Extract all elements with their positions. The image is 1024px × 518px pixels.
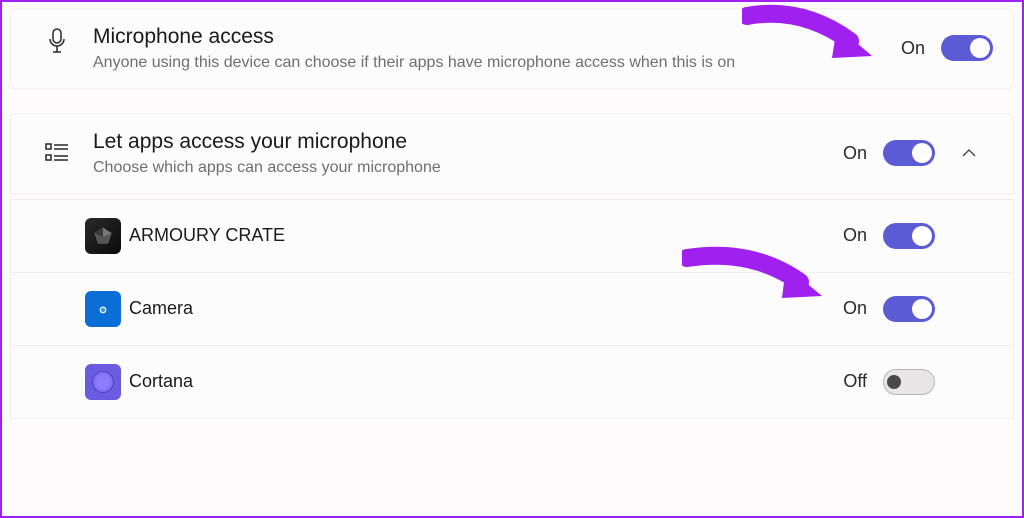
app-row-cortana[interactable]: Cortana Off [10, 345, 1014, 419]
app-name-label: Cortana [129, 371, 833, 392]
app-cortana-toggle[interactable] [883, 369, 935, 395]
app-name-label: Camera [129, 298, 833, 319]
let-apps-access-toggle[interactable] [883, 140, 935, 166]
microphone-access-subtitle: Anyone using this device can choose if t… [93, 52, 891, 74]
microphone-access-row[interactable]: Microphone access Anyone using this devi… [10, 8, 1014, 89]
app-armoury-crate-toggle[interactable] [883, 223, 935, 249]
app-toggle-status: Off [833, 371, 867, 392]
camera-icon [85, 291, 121, 327]
microphone-access-toggle[interactable] [941, 35, 993, 61]
microphone-icon [29, 23, 85, 57]
app-toggle-status: On [833, 298, 867, 319]
microphone-access-status: On [891, 38, 925, 59]
app-list: ARMOURY CRATE On Camera On Cortana Off [10, 200, 1014, 419]
microphone-access-title: Microphone access [93, 23, 891, 50]
list-icon [29, 140, 85, 166]
app-toggle-status: On [833, 225, 867, 246]
armoury-crate-icon [85, 218, 121, 254]
microphone-settings-panel: Microphone access Anyone using this devi… [2, 2, 1022, 425]
app-row-armoury-crate[interactable]: ARMOURY CRATE On [10, 199, 1014, 273]
let-apps-access-title: Let apps access your microphone [93, 128, 833, 155]
cortana-icon [85, 364, 121, 400]
let-apps-access-row[interactable]: Let apps access your microphone Choose w… [10, 113, 1014, 194]
app-name-label: ARMOURY CRATE [129, 225, 833, 246]
app-camera-toggle[interactable] [883, 296, 935, 322]
chevron-up-icon[interactable] [945, 145, 993, 161]
app-row-camera[interactable]: Camera On [10, 272, 1014, 346]
let-apps-access-subtitle: Choose which apps can access your microp… [93, 157, 833, 179]
let-apps-access-status: On [833, 143, 867, 164]
